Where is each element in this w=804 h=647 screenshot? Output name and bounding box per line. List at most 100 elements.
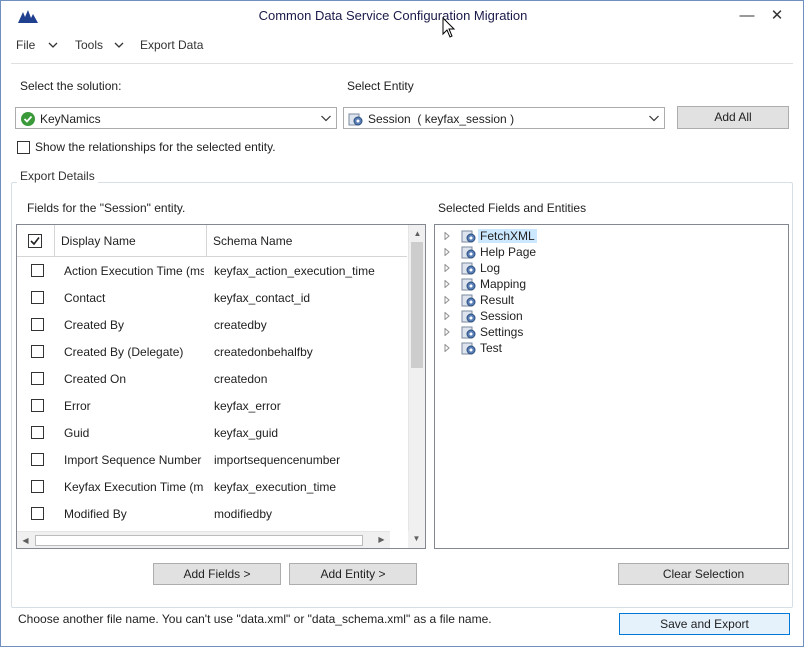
chevron-down-icon[interactable] [47,40,59,50]
add-all-button[interactable]: Add All [677,106,789,129]
scroll-corner: ▶ ▼ [378,530,425,548]
expand-arrow-icon[interactable] [443,232,451,240]
fields-label: Fields for the "Session" entity. [27,201,186,215]
add-entity-button[interactable]: Add Entity > [289,563,417,585]
table-row[interactable]: Action Execution Time (ms) keyfax_action… [17,257,407,284]
select-all-cell [17,225,55,257]
table-row[interactable]: Created On createdon [17,365,407,392]
table-row[interactable]: Keyfax Execution Time (ms) keyfax_execut… [17,473,407,500]
entity-select[interactable]: Session ( keyfax_session ) [343,107,665,129]
vertical-scroll-thumb[interactable] [411,242,423,368]
tree-node-settings[interactable]: Settings [443,324,643,340]
menu-export-data[interactable]: Export Data [140,38,203,52]
entity-gear-icon [461,230,476,243]
menu-file[interactable]: File [16,38,35,52]
minimize-button[interactable]: — [737,7,757,25]
row-checkbox[interactable] [31,264,44,277]
row-display-name: Created On [64,372,127,386]
row-checkbox[interactable] [31,318,44,331]
scroll-left-arrow-icon[interactable]: ◀ [17,532,34,548]
fields-grid[interactable]: Display Name Schema Name Action Executio… [16,224,426,549]
entity-gear-icon [461,294,476,307]
scroll-down-arrow-icon[interactable]: ▼ [408,530,425,547]
expand-arrow-icon[interactable] [443,328,451,336]
file-name-warning: Choose another file name. You can't use … [18,612,492,626]
tree-node-help-page[interactable]: Help Page [443,244,643,260]
chevron-down-icon [321,115,331,122]
expand-arrow-icon[interactable] [443,264,451,272]
scroll-up-arrow-icon[interactable]: ▲ [409,225,425,242]
solution-value: KeyNamics [40,112,101,126]
horizontal-scrollbar[interactable]: ◀ [17,531,390,548]
save-and-export-button[interactable]: Save and Export [619,613,790,635]
row-schema-name: createdon [214,372,268,386]
row-checkbox[interactable] [31,372,44,385]
row-checkbox[interactable] [31,291,44,304]
tree-node-label: Settings [480,325,524,339]
vertical-scrollbar[interactable]: ▲ [408,225,425,531]
expand-arrow-icon[interactable] [443,280,451,288]
row-checkbox[interactable] [31,480,44,493]
selected-entities-tree[interactable]: FetchXML Help Page Log Mapping Result Se… [434,224,789,549]
tree-node-result[interactable]: Result [443,292,643,308]
row-checkbox[interactable] [31,399,44,412]
show-relationships-checkbox[interactable] [17,141,30,154]
row-display-name: Guid [64,426,90,440]
close-button[interactable]: ✕ [767,7,787,25]
row-schema-name: createdonbehalfby [214,345,313,359]
row-checkbox[interactable] [31,345,44,358]
chevron-down-icon[interactable] [113,40,125,50]
window-title: Common Data Service Configuration Migrat… [258,8,528,23]
tree-node-log[interactable]: Log [443,260,643,276]
row-checkbox[interactable] [31,426,44,439]
horizontal-scroll-thumb[interactable] [35,535,363,546]
column-display-name[interactable]: Display Name [55,225,207,257]
tree-node-fetchxml[interactable]: FetchXML [443,228,643,244]
tree-node-session[interactable]: Session [443,308,643,324]
table-row[interactable]: Import Sequence Number importsequencenum… [17,446,407,473]
scroll-right-arrow-icon[interactable]: ▶ [373,531,390,548]
row-schema-name: keyfax_execution_time [214,480,337,494]
row-display-name: Import Sequence Number [64,453,202,467]
row-display-name: Created By [64,318,125,332]
row-display-name: Action Execution Time (ms) [64,264,204,278]
mouse-cursor-icon [442,17,456,38]
clear-selection-button[interactable]: Clear Selection [618,563,789,585]
entity-gear-icon [461,342,476,355]
show-relationships-label: Show the relationships for the selected … [35,140,276,154]
table-row[interactable]: Guid keyfax_guid [17,419,407,446]
table-row[interactable]: Created By createdby [17,311,407,338]
row-checkbox[interactable] [31,507,44,520]
tree-node-label: Log [480,261,501,275]
solution-select[interactable]: KeyNamics [15,107,337,129]
entity-gear-icon [461,326,476,339]
expand-arrow-icon[interactable] [443,296,451,304]
expand-arrow-icon[interactable] [443,248,451,256]
row-schema-name: importsequencenumber [214,453,341,467]
menu-tools[interactable]: Tools [75,38,103,52]
check-circle-icon [21,112,35,126]
tree-node-label: FetchXML [478,229,537,243]
tree-node-label: Test [480,341,503,355]
row-schema-name: modifiedby [214,507,273,521]
export-details-title: Export Details [17,169,98,183]
tree-node-mapping[interactable]: Mapping [443,276,643,292]
tree-node-test[interactable]: Test [443,340,643,356]
table-row[interactable]: Created By (Delegate) createdonbehalfby [17,338,407,365]
row-schema-name: keyfax_contact_id [214,291,311,305]
expand-arrow-icon[interactable] [443,344,451,352]
row-schema-name: keyfax_error [214,399,281,413]
row-display-name: Error [64,399,91,413]
entity-label: Select Entity [347,79,414,93]
add-fields-button[interactable]: Add Fields > [153,563,281,585]
row-checkbox[interactable] [31,453,44,466]
column-schema-name[interactable]: Schema Name [207,225,407,257]
table-row[interactable]: Error keyfax_error [17,392,407,419]
row-schema-name: createdby [214,318,267,332]
solution-label: Select the solution: [20,79,122,93]
table-row[interactable]: Contact keyfax_contact_id [17,284,407,311]
table-row[interactable]: Modified By modifiedby [17,500,407,527]
expand-arrow-icon[interactable] [443,312,451,320]
select-all-checkbox[interactable] [28,234,42,248]
row-display-name: Keyfax Execution Time (ms) [64,480,204,494]
